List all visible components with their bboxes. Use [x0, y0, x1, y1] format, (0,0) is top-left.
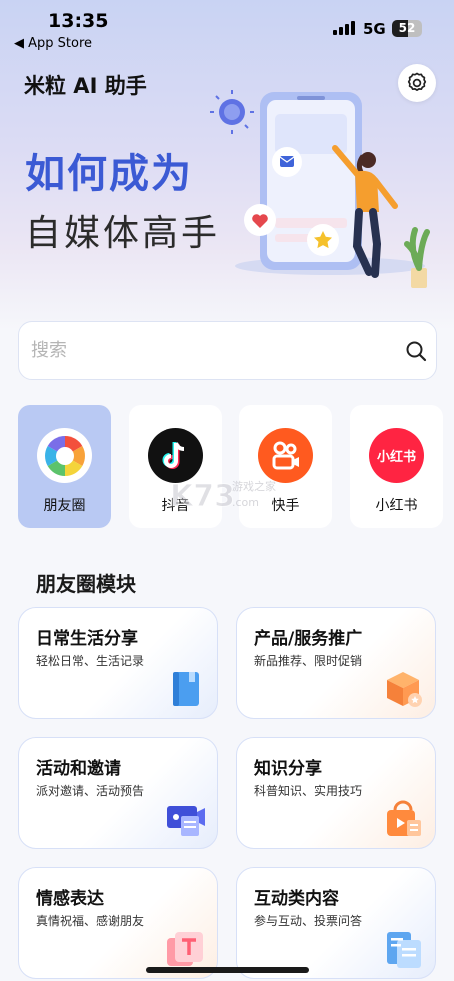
hero-title: 如何成为 [25, 151, 193, 197]
platform-tab-moments[interactable]: 朋友圈 [18, 405, 111, 528]
card-subtitle: 轻松日常、生活记录 [36, 654, 145, 668]
back-to-app-store-link[interactable]: ◀ App Store [14, 36, 92, 51]
home-indicator[interactable] [146, 967, 309, 973]
svg-text:.com: .com [232, 496, 259, 509]
card-subtitle: 科普知识、实用技巧 [254, 784, 363, 798]
card-subtitle: 新品推荐、限时促销 [254, 654, 363, 668]
book-icon [173, 672, 199, 706]
k73-watermark: K73 游戏之家 .com [170, 479, 276, 515]
card-title: 活动和邀请 [36, 759, 121, 779]
battery-icon: 52 [392, 20, 422, 37]
card-title: 互动类内容 [254, 889, 339, 909]
search-bar[interactable] [18, 321, 437, 380]
search-icon[interactable] [405, 340, 427, 362]
svg-text:K73: K73 [170, 479, 235, 514]
network-type: 5G [363, 20, 386, 38]
card-daily-life[interactable]: 日常生活分享 轻松日常、生活记录 [18, 607, 218, 719]
search-input[interactable] [31, 322, 391, 379]
package-icon [387, 672, 422, 707]
card-emotional-expression[interactable]: 情感表达 真情祝福、感谢朋友 [18, 867, 218, 979]
card-events-invitations[interactable]: 活动和邀请 派对邀请、活动预告 [18, 737, 218, 849]
card-product-promotion[interactable]: 产品/服务推广 新品推荐、限时促销 [236, 607, 436, 719]
status-bar: 13:35 ◀ App Store 5G 52 [0, 0, 454, 58]
platform-tab-xiaohongshu[interactable]: 小红书 小红书 [350, 405, 443, 528]
document-icon [387, 932, 421, 968]
card-knowledge-sharing[interactable]: 知识分享 科普知识、实用技巧 [236, 737, 436, 849]
hero-illustration [210, 90, 430, 288]
svg-text:游戏之家: 游戏之家 [232, 479, 276, 493]
card-interactive-content[interactable]: 互动类内容 参与互动、投票问答 [236, 867, 436, 979]
card-title: 日常生活分享 [36, 629, 138, 649]
card-title: 情感表达 [36, 889, 104, 909]
text-card-icon [167, 932, 203, 966]
invitation-icon [167, 806, 205, 836]
knowledge-bag-icon [387, 800, 421, 836]
card-title: 产品/服务推广 [254, 629, 363, 649]
platform-label: 小红书 [375, 498, 418, 514]
hero-subtitle: 自媒体高手 [25, 213, 221, 254]
battery-percent: 52 [398, 21, 416, 35]
app-title: 米粒 AI 助手 [24, 74, 147, 98]
moments-icon [37, 428, 92, 483]
platform-label: 朋友圈 [43, 498, 86, 514]
card-subtitle: 派对邀请、活动预告 [36, 784, 145, 798]
section-title: 朋友圈模块 [36, 572, 136, 596]
xiaohongshu-icon: 小红书 [369, 428, 424, 483]
status-time: 13:35 [48, 10, 109, 32]
card-subtitle: 参与互动、投票问答 [254, 914, 363, 928]
signal-icon [333, 21, 357, 35]
card-subtitle: 真情祝福、感谢朋友 [36, 914, 145, 928]
card-title: 知识分享 [254, 759, 322, 779]
